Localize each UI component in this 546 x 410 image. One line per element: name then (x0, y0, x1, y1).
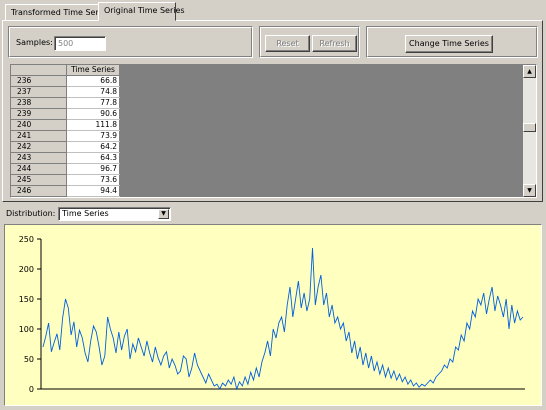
row-value[interactable]: 73.9 (66, 130, 120, 142)
samples-input[interactable]: 500 (54, 36, 106, 51)
row-index: 242 (11, 141, 67, 153)
scroll-up-arrow-icon[interactable]: ▲ (523, 65, 536, 78)
y-tick-label: 0 (29, 385, 34, 394)
y-tick-label: 100 (19, 325, 34, 334)
table-row[interactable]: 246 94.4 (11, 185, 120, 197)
row-index: 244 (11, 163, 67, 175)
data-grid[interactable]: Time Series 236 66.8 237 74.8 238 77.8 239 90.6… (10, 64, 537, 198)
samples-label: Samples: (16, 38, 53, 47)
row-value[interactable]: 77.8 (66, 97, 120, 109)
refresh-button-label: Refresh (319, 39, 350, 48)
row-index: 245 (11, 174, 67, 186)
refresh-button[interactable]: Refresh (312, 35, 357, 52)
scroll-thumb[interactable] (523, 123, 536, 132)
change-time-series-label: Change Time Series (409, 39, 489, 48)
row-index: 236 (11, 75, 67, 87)
y-tick-label: 250 (19, 235, 34, 244)
grid-vertical-scrollbar[interactable]: ▲ ▼ (523, 65, 536, 197)
row-value[interactable]: 66.8 (66, 75, 120, 87)
row-value[interactable]: 90.6 (66, 108, 120, 120)
row-index: 243 (11, 152, 67, 164)
row-value[interactable]: 96.7 (66, 163, 120, 175)
distribution-select[interactable]: Time Series ▼ (58, 207, 171, 221)
distribution-selected-value: Time Series (62, 209, 109, 218)
grid-column-header[interactable]: Time Series (66, 65, 120, 76)
chevron-down-icon[interactable]: ▼ (158, 209, 169, 219)
row-value[interactable]: 74.8 (66, 86, 120, 98)
row-index: 237 (11, 86, 67, 98)
row-index: 240 (11, 119, 67, 131)
table-row[interactable]: 241 73.9 (11, 130, 120, 142)
table-row[interactable]: 238 77.8 (11, 97, 120, 109)
series-line (42, 247, 524, 391)
reset-button[interactable]: Reset (265, 35, 310, 52)
table-row[interactable]: 239 90.6 (11, 108, 120, 120)
row-index: 241 (11, 130, 67, 142)
table-row[interactable]: 243 64.3 (11, 152, 120, 164)
reset-button-label: Reset (276, 39, 299, 48)
chart-panel: 0 50 100 150 200 250 (4, 224, 542, 406)
table-row[interactable]: 244 96.7 (11, 163, 120, 175)
table-row[interactable]: 245 73.6 (11, 174, 120, 186)
row-value[interactable]: 94.4 (66, 185, 120, 197)
grid-corner (11, 65, 67, 76)
scroll-down-arrow-icon[interactable]: ▼ (523, 184, 536, 197)
table-row[interactable]: 242 64.2 (11, 141, 120, 153)
distribution-label: Distribution: (6, 209, 56, 218)
tab-original-time-series[interactable]: Original Time Series (98, 2, 185, 21)
y-tick-label: 150 (19, 295, 34, 304)
table-row[interactable]: 240 111.8 (11, 119, 120, 131)
row-value[interactable]: 111.8 (66, 119, 120, 131)
y-tick-label: 50 (24, 355, 34, 364)
row-value[interactable]: 64.2 (66, 141, 120, 153)
change-time-series-button[interactable]: Change Time Series (405, 35, 493, 53)
y-tick-label: 200 (19, 265, 34, 274)
row-value[interactable]: 64.3 (66, 152, 120, 164)
table-row[interactable]: 237 74.8 (11, 86, 120, 98)
row-value[interactable]: 73.6 (66, 174, 120, 186)
tab-transformed-time-series[interactable]: Transformed Time Series (5, 4, 110, 21)
time-series-chart: 0 50 100 150 200 250 (19, 235, 525, 394)
row-index: 246 (11, 185, 67, 197)
row-index: 239 (11, 108, 67, 120)
row-index: 238 (11, 97, 67, 109)
table-row[interactable]: 236 66.8 (11, 75, 120, 87)
